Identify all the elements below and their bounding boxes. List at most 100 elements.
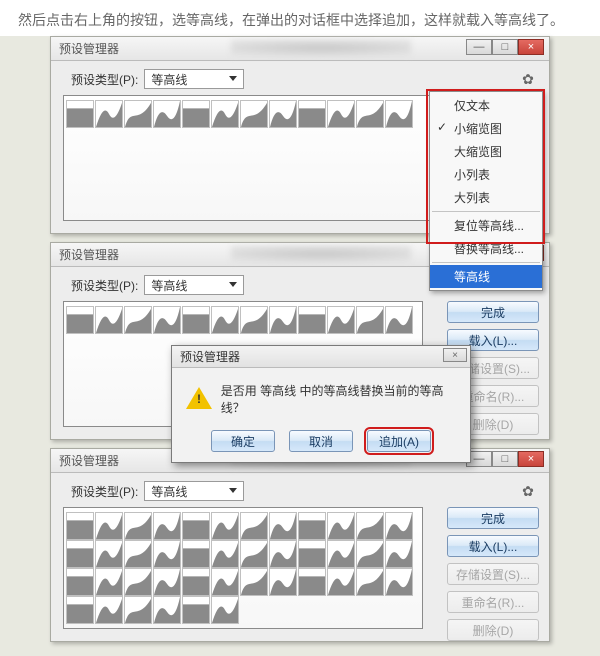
contour-thumb[interactable] [298,100,326,128]
contour-thumb[interactable] [124,100,152,128]
contour-thumb[interactable] [153,540,181,568]
done-button[interactable]: 完成 [447,507,539,529]
contour-thumb[interactable] [385,540,413,568]
maximize-button[interactable]: □ [492,451,518,467]
menu-reset[interactable]: 复位等高线... [430,214,542,237]
contour-thumb[interactable] [153,306,181,334]
contour-thumb[interactable] [124,306,152,334]
menu-replace[interactable]: 替换等高线... [430,237,542,260]
contour-thumb[interactable] [240,568,268,596]
preset-type-select[interactable]: 等高线 [144,69,244,89]
contour-thumb[interactable] [153,568,181,596]
contour-thumb[interactable] [327,540,355,568]
contour-thumb[interactable] [153,100,181,128]
contour-thumb[interactable] [327,100,355,128]
dialog-titlebar[interactable]: 预设管理器 × [172,346,470,368]
contour-thumb[interactable] [211,512,239,540]
contour-thumb[interactable] [240,540,268,568]
contour-thumb[interactable] [298,568,326,596]
contour-thumb[interactable] [182,540,210,568]
contour-thumb[interactable] [66,540,94,568]
contour-thumb[interactable] [269,512,297,540]
contour-thumb[interactable] [269,540,297,568]
contour-thumb[interactable] [356,306,384,334]
contour-thumb[interactable] [182,568,210,596]
preset-type-select[interactable]: 等高线 [144,275,244,295]
chevron-down-icon [229,76,237,81]
contour-thumb[interactable] [356,568,384,596]
contour-thumb[interactable] [385,568,413,596]
close-button[interactable]: × [518,39,544,55]
contour-thumb[interactable] [240,512,268,540]
contour-thumb[interactable] [124,596,152,624]
menu-large-thumb[interactable]: 大缩览图 [430,140,542,163]
contour-thumb[interactable] [66,306,94,334]
contour-thumb[interactable] [385,512,413,540]
append-button[interactable]: 追加(A) [367,430,431,452]
contour-thumb[interactable] [95,596,123,624]
done-button[interactable]: 完成 [447,301,539,323]
contour-thumb[interactable] [356,512,384,540]
cancel-button[interactable]: 取消 [289,430,353,452]
contour-thumb[interactable] [385,306,413,334]
preset-manager-window-3: 预设管理器 — □ × 预设类型(P): 等高线 ✿ 完成 载入(L)... 存… [50,448,550,642]
contour-thumb[interactable] [182,596,210,624]
menu-contour[interactable]: 等高线 [430,265,542,288]
contour-thumb[interactable] [298,306,326,334]
contour-thumb[interactable] [66,100,94,128]
warning-icon [186,387,211,411]
contour-thumb[interactable] [327,512,355,540]
contour-thumb[interactable] [124,568,152,596]
load-button[interactable]: 载入(L)... [447,535,539,557]
chevron-down-icon [229,282,237,287]
contour-thumb[interactable] [124,512,152,540]
contour-thumb[interactable] [153,512,181,540]
gear-icon[interactable]: ✿ [519,70,537,88]
contour-thumb[interactable] [269,100,297,128]
minimize-button[interactable]: — [466,39,492,55]
contour-thumb[interactable] [211,306,239,334]
contour-thumb[interactable] [95,100,123,128]
contour-thumb[interactable] [240,100,268,128]
contour-thumb[interactable] [356,540,384,568]
contour-thumb[interactable] [269,306,297,334]
menu-large-list[interactable]: 大列表 [430,186,542,209]
contour-thumb[interactable] [182,512,210,540]
menu-small-list[interactable]: 小列表 [430,163,542,186]
contour-thumb[interactable] [211,540,239,568]
contour-thumb[interactable] [182,100,210,128]
contour-thumb[interactable] [385,100,413,128]
dialog-close-button[interactable]: × [443,348,467,362]
ok-button[interactable]: 确定 [211,430,275,452]
contour-thumb[interactable] [298,540,326,568]
preset-type-label: 预设类型(P): [71,483,138,500]
confirm-dialog: 预设管理器 × 是否用 等高线 中的等高线替换当前的等高线？ 确定 取消 追加(… [171,345,471,463]
contour-thumb[interactable] [327,306,355,334]
contour-thumb[interactable] [211,100,239,128]
contour-thumb[interactable] [66,512,94,540]
contour-thumb[interactable] [240,306,268,334]
preset-type-select[interactable]: 等高线 [144,481,244,501]
contour-thumb[interactable] [269,568,297,596]
contour-thumb[interactable] [95,306,123,334]
contour-thumb[interactable] [153,596,181,624]
maximize-button[interactable]: □ [492,39,518,55]
thumbnail-grid[interactable] [63,507,423,629]
contour-thumb[interactable] [66,596,94,624]
close-button[interactable]: × [518,451,544,467]
contour-thumb[interactable] [95,512,123,540]
gear-icon[interactable]: ✿ [519,482,537,500]
contour-thumb[interactable] [211,568,239,596]
contour-thumb[interactable] [327,568,355,596]
contour-thumb[interactable] [124,540,152,568]
contour-thumb[interactable] [298,512,326,540]
titlebar[interactable]: 预设管理器 — □ × [51,37,549,61]
contour-thumb[interactable] [66,568,94,596]
contour-thumb[interactable] [182,306,210,334]
contour-thumb[interactable] [95,540,123,568]
menu-small-thumb[interactable]: 小缩览图 [430,117,542,140]
contour-thumb[interactable] [356,100,384,128]
menu-text-only[interactable]: 仅文本 [430,94,542,117]
contour-thumb[interactable] [211,596,239,624]
contour-thumb[interactable] [95,568,123,596]
